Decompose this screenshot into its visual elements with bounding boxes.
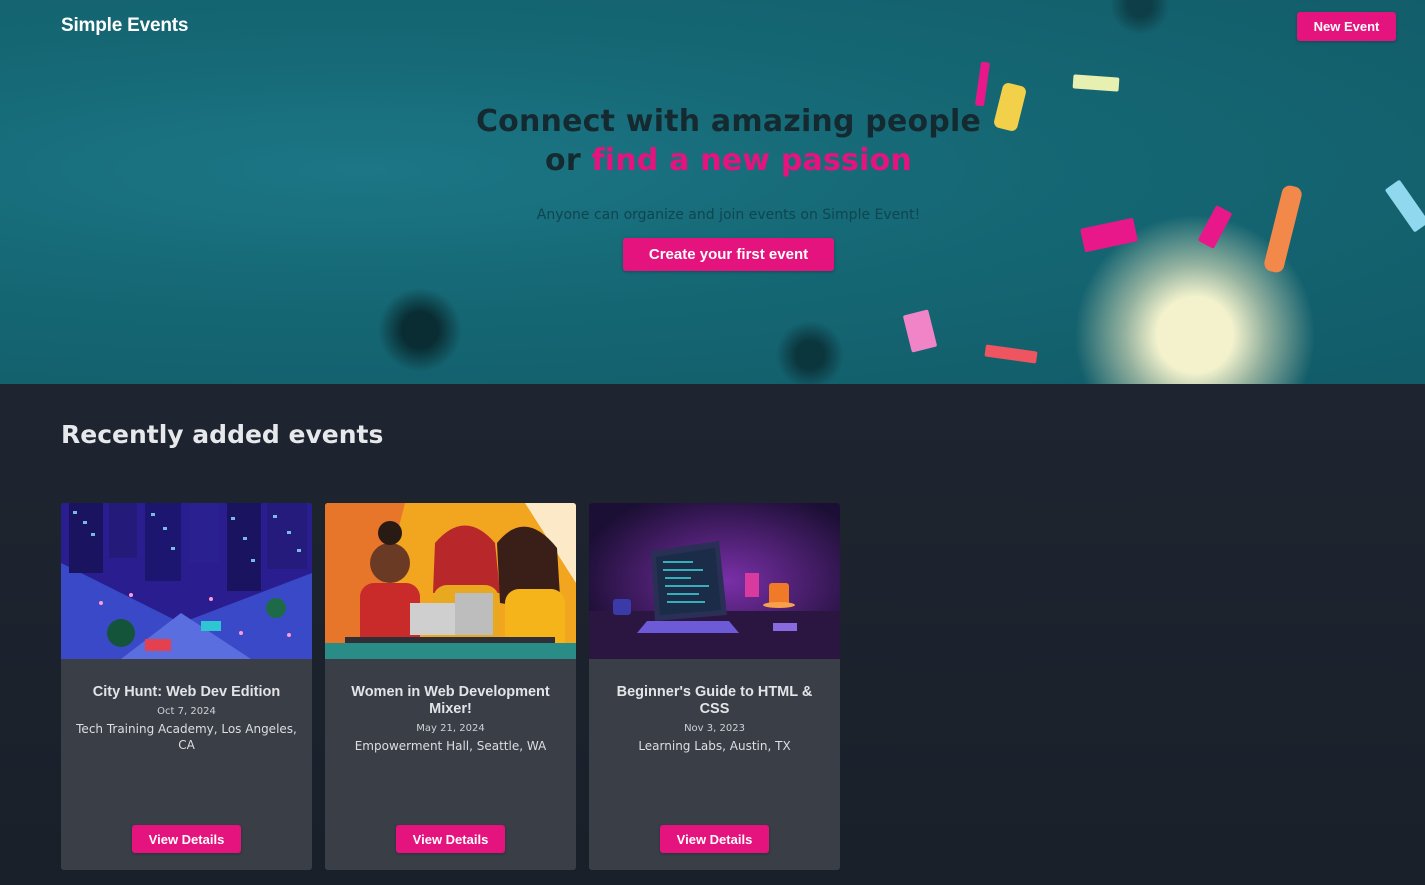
recent-events-section: Recently added events City Hunt: Web Dev…: [0, 384, 1425, 885]
view-details-button[interactable]: View Details: [132, 825, 241, 853]
event-image-women: [325, 503, 576, 659]
event-title[interactable]: Women in Web Development Mixer!: [339, 684, 562, 718]
brand-logo[interactable]: Simple Events: [61, 15, 188, 37]
hero-title-accent: find a new passion: [591, 143, 912, 178]
create-first-event-button[interactable]: Create your first event: [623, 238, 834, 271]
event-card: City Hunt: Web Dev Edition Oct 7, 2024 T…: [61, 503, 312, 870]
event-location: Empowerment Hall, Seattle, WA: [354, 739, 547, 753]
event-title[interactable]: City Hunt: Web Dev Edition: [75, 684, 298, 701]
event-card: Women in Web Development Mixer! May 21, …: [325, 503, 576, 870]
hero-title-line1: Connect with amazing people: [475, 104, 982, 139]
event-date: May 21, 2024: [416, 723, 485, 734]
view-details-button[interactable]: View Details: [660, 825, 769, 853]
hero-banner: Simple Events New Event Connect with ama…: [0, 0, 1425, 384]
event-location: Learning Labs, Austin, TX: [638, 739, 791, 753]
hero-title: Connect with amazing people or find a ne…: [0, 102, 1425, 180]
event-location: Tech Training Academy, Los Angeles, CA: [76, 722, 297, 752]
event-title[interactable]: Beginner's Guide to HTML & CSS: [603, 684, 826, 718]
event-date: Nov 3, 2023: [684, 723, 745, 734]
section-title: Recently added events: [61, 420, 384, 449]
event-card: Beginner's Guide to HTML & CSS Nov 3, 20…: [589, 503, 840, 870]
new-event-button[interactable]: New Event: [1297, 12, 1396, 41]
hero-title-or: or: [545, 143, 581, 178]
event-date: Oct 7, 2024: [157, 706, 216, 717]
event-image-city: [61, 503, 312, 659]
hero-subtitle: Anyone can organize and join events on S…: [536, 207, 921, 223]
event-image-laptop: [589, 503, 840, 659]
view-details-button[interactable]: View Details: [396, 825, 505, 853]
